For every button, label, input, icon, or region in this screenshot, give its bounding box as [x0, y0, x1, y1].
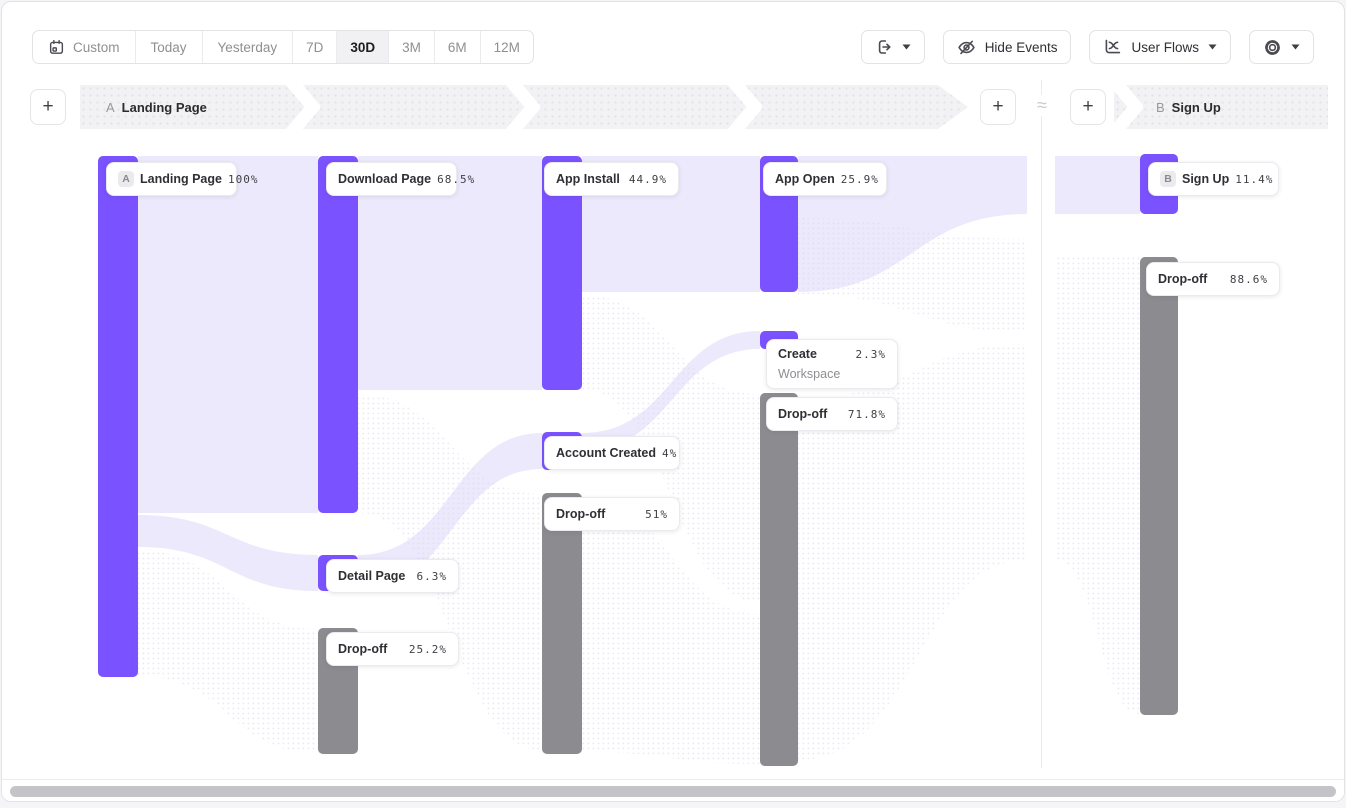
date-range-6m[interactable]: 6M	[435, 31, 481, 63]
user-flows-view-button[interactable]: User Flows	[1089, 30, 1231, 64]
date-range-yesterday[interactable]: Yesterday	[203, 31, 294, 63]
chevron-down-icon	[1208, 44, 1217, 50]
node-card-sign-up[interactable]: B Sign Up 11.4%	[1148, 162, 1279, 196]
step-separator-chevron-icon	[728, 85, 762, 129]
chevron-down-icon	[1291, 44, 1300, 50]
node-card-drop-off-col2[interactable]: Drop-off 25.2%	[326, 632, 459, 666]
settings-menu-button[interactable]	[1249, 30, 1314, 64]
horizontal-scrollbar-thumb[interactable]	[10, 786, 1336, 797]
step-letter: B	[1156, 100, 1165, 115]
node-card-account-created[interactable]: Account Created 4%	[544, 436, 680, 470]
step-name: Sign Up	[1172, 100, 1221, 115]
flows-chart-icon	[1103, 38, 1122, 56]
horizontal-scrollbar-track	[2, 779, 1344, 801]
section-divider	[1041, 80, 1042, 768]
user-flows-label: User Flows	[1131, 40, 1199, 55]
step-letter-badge: B	[1160, 171, 1176, 187]
step-separator-chevron-icon	[506, 85, 540, 129]
node-bar-drop-off-col5[interactable]	[1140, 257, 1178, 715]
export-icon	[875, 38, 893, 56]
step-b-chevron-icon	[1114, 85, 1143, 129]
step-b-band[interactable]: B Sign Up	[1114, 85, 1328, 129]
step-letter-badge: A	[118, 171, 134, 187]
node-bar-drop-off-col3[interactable]	[542, 493, 582, 754]
node-card-drop-off-col4[interactable]: Drop-off 71.8%	[766, 397, 898, 431]
date-range-label: Custom	[73, 40, 120, 55]
hide-events-label: Hide Events	[985, 40, 1058, 55]
node-bar-download-page[interactable]	[318, 156, 358, 513]
node-card-create-workspace[interactable]: Create 2.3% Workspace	[766, 339, 898, 389]
date-range-segmented-control: Custom Today Yesterday 7D 30D 3M 6M 12M	[32, 30, 534, 64]
node-card-landing-page[interactable]: A Landing Page 100%	[106, 162, 237, 196]
add-step-button-middle[interactable]: +	[980, 89, 1016, 125]
node-card-app-open[interactable]: App Open 25.9%	[763, 162, 887, 196]
node-bar-drop-off-col4[interactable]	[760, 393, 798, 766]
add-step-button-left[interactable]: +	[30, 89, 66, 125]
hide-events-button[interactable]: Hide Events	[943, 30, 1072, 64]
date-range-12m[interactable]: 12M	[481, 31, 533, 63]
node-card-drop-off-col3[interactable]: Drop-off 51%	[544, 497, 680, 531]
add-step-button-right[interactable]: +	[1070, 89, 1106, 125]
chevron-down-icon	[902, 44, 911, 50]
step-separator-chevron-icon	[286, 85, 320, 129]
toolbar-right-buttons: Hide Events User Flows	[861, 30, 1314, 64]
node-card-detail-page[interactable]: Detail Page 6.3%	[326, 559, 459, 593]
node-card-app-install[interactable]: App Install 44.9%	[544, 162, 679, 196]
export-menu-button[interactable]	[861, 30, 925, 64]
date-range-3m[interactable]: 3M	[389, 31, 435, 63]
step-letter: A	[106, 100, 115, 115]
step-name: Landing Page	[122, 100, 207, 115]
step-b-label: B Sign Up	[1156, 100, 1221, 115]
calendar-icon	[48, 39, 65, 56]
gear-icon	[1263, 38, 1282, 57]
eye-off-icon	[957, 38, 976, 57]
user-flows-panel: Custom Today Yesterday 7D 30D 3M 6M 12M	[1, 1, 1345, 802]
node-bar-landing-page[interactable]	[98, 156, 138, 677]
step-a-band[interactable]: A Landing Page	[80, 85, 968, 129]
date-range-today[interactable]: Today	[136, 31, 203, 63]
approx-connector: ≈	[1031, 95, 1053, 116]
date-range-custom[interactable]: Custom	[33, 31, 136, 63]
node-card-drop-off-col5[interactable]: Drop-off 88.6%	[1146, 262, 1280, 296]
step-a-label: A Landing Page	[106, 100, 207, 115]
node-card-download-page[interactable]: Download Page 68.5%	[326, 162, 457, 196]
date-range-7d[interactable]: 7D	[293, 31, 337, 63]
date-range-30d[interactable]: 30D	[337, 31, 389, 63]
